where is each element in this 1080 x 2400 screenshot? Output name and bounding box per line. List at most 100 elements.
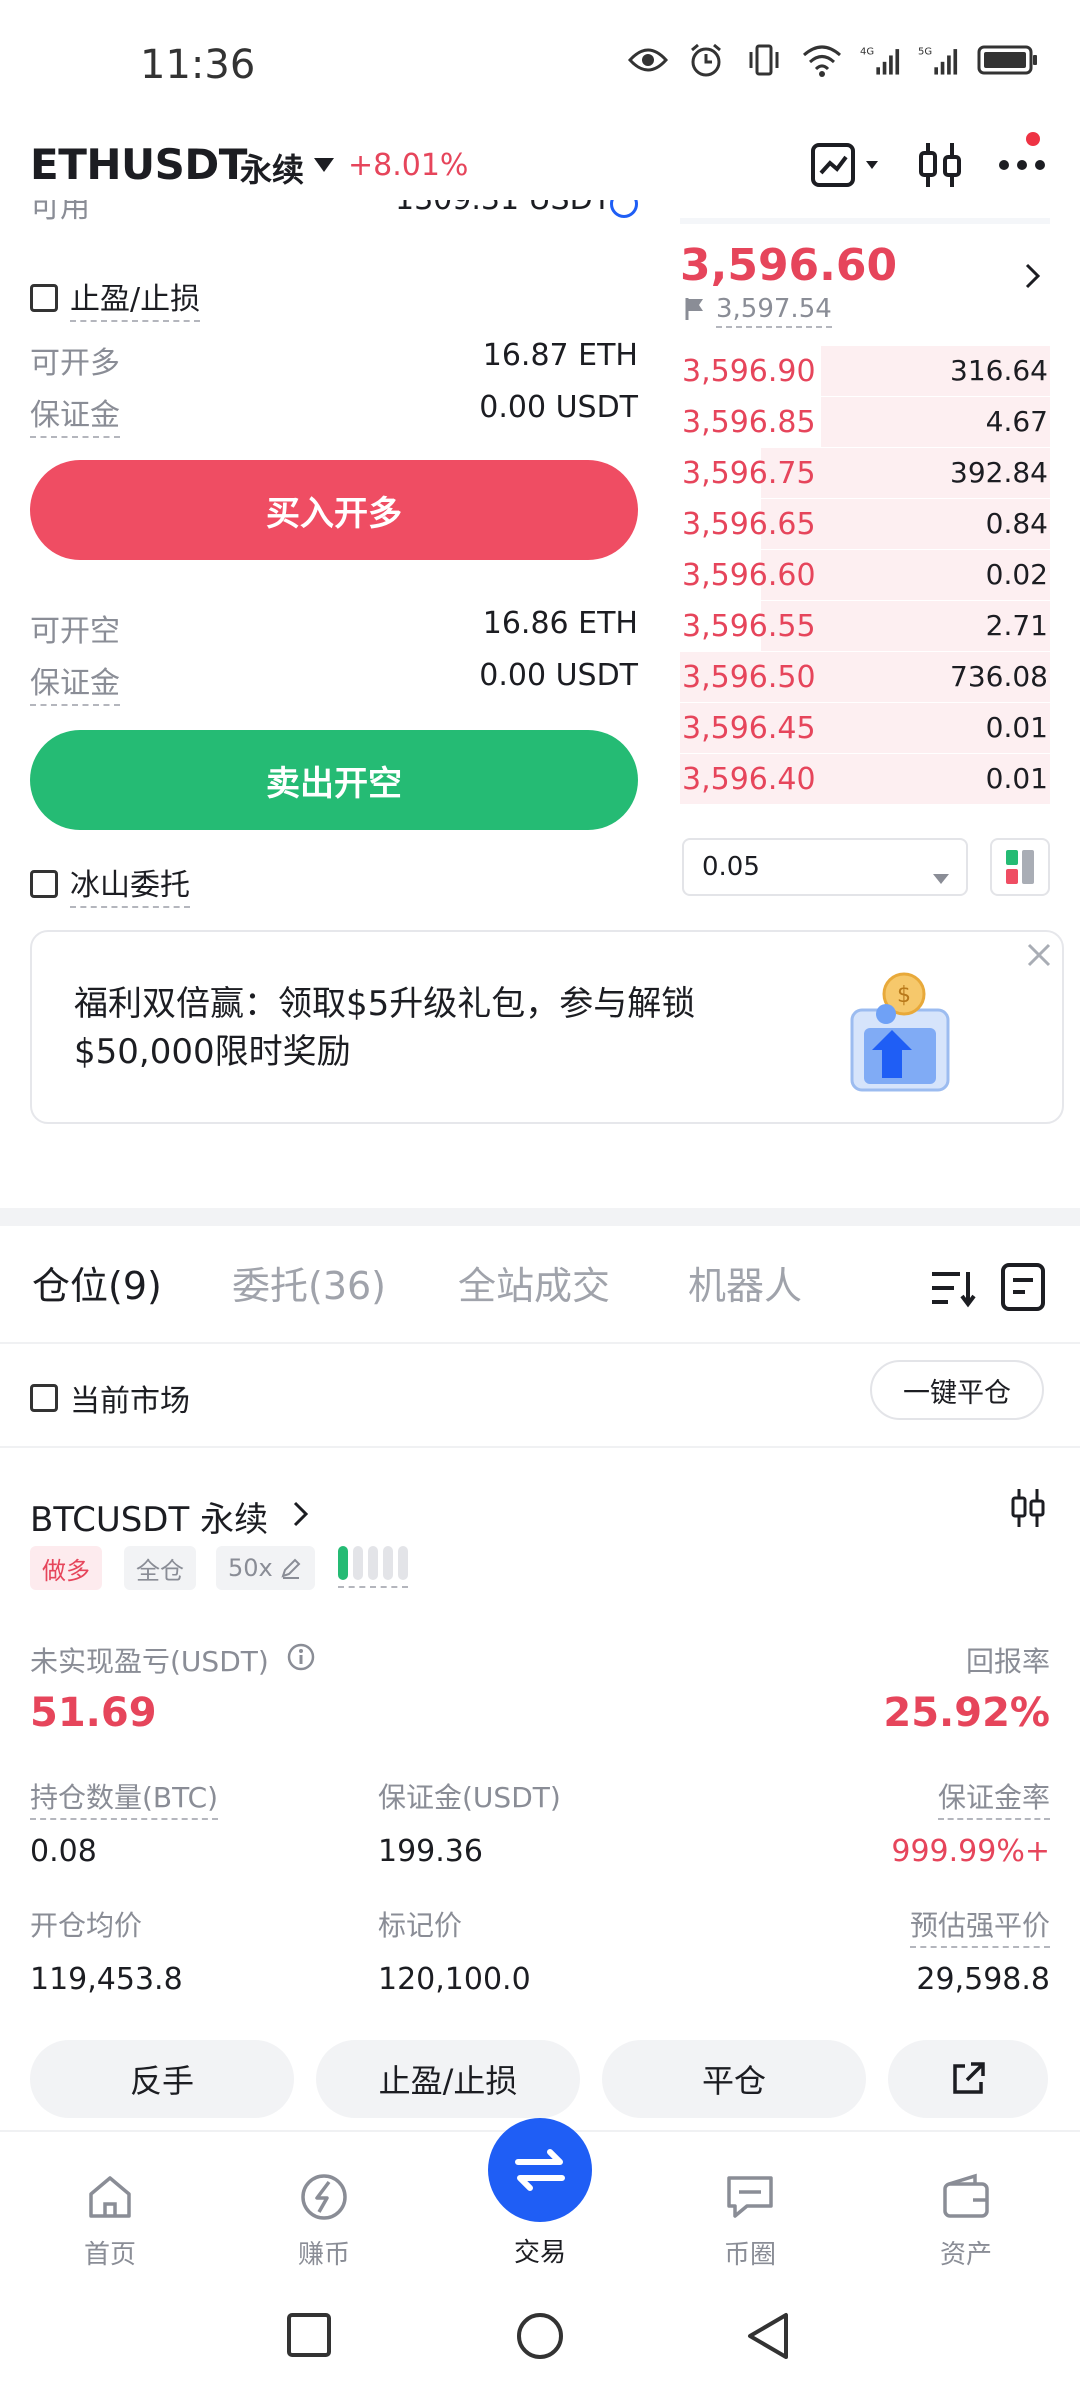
mark-price-label: 标记价 (378, 1909, 463, 1942)
candlestick-button[interactable] (910, 135, 970, 195)
svg-text:$: $ (897, 983, 911, 1008)
roe-value: 25.92% (883, 1690, 1050, 1736)
precision-select[interactable]: 0.05 (682, 838, 968, 896)
sort-icon[interactable] (930, 1268, 976, 1312)
candlestick-icon[interactable] (1010, 1486, 1046, 1534)
margin-ratio-label: 保证金率 (937, 1776, 1050, 1820)
tpsl-button[interactable]: 止盈/止损 (316, 2040, 580, 2118)
signal-4g-icon: 4G (860, 40, 900, 80)
last-price: 3,596.60 (680, 240, 898, 291)
info-icon[interactable] (286, 1642, 316, 1676)
nav-earn-label: 赚币 (297, 2240, 350, 2270)
promo-text: 福利双倍赢：领取$5升级礼包，参与解锁$50,000限时奖励 (74, 984, 696, 1072)
ask-price: 3,596.85 (682, 405, 816, 440)
chevron-right-icon[interactable] (1024, 262, 1042, 294)
contract-type[interactable]: 永续 (240, 145, 304, 191)
tpsl-checkbox[interactable] (30, 284, 58, 312)
iceberg-checkbox[interactable] (30, 870, 58, 898)
current-market-checkbox[interactable] (30, 1384, 58, 1412)
symbol-dropdown-icon[interactable] (312, 156, 336, 178)
more-icon (999, 160, 1045, 170)
tabs-divider (0, 1342, 1080, 1344)
mark-price: 3,597.54 (716, 294, 832, 328)
symbol-title[interactable]: ETHUSDT (30, 140, 247, 189)
edit-icon (281, 1558, 301, 1579)
tpsl-label: 止盈/止损 (70, 274, 201, 322)
precision-value: 0.05 (702, 852, 760, 882)
promo-banner[interactable]: 福利双倍赢：领取$5升级礼包，参与解锁$50,000限时奖励 $ (30, 930, 1064, 1124)
orderbook-top-edge (680, 218, 1050, 224)
tab-positions[interactable]: 仓位(9) (32, 1255, 162, 1310)
orderbook-row[interactable]: 3,596.55 2.71 (680, 601, 1050, 651)
orderbook-layout-button[interactable] (990, 838, 1050, 896)
nav-trade-label[interactable]: 交易 (480, 2232, 600, 2269)
home-circle-icon[interactable] (514, 2310, 566, 2366)
orderbook-row[interactable]: 3,596.75 392.84 (680, 448, 1050, 498)
ask-quantity: 736.08 (950, 660, 1048, 693)
price-change: +8.01% (348, 148, 469, 183)
signal-5g-icon: 5G (918, 40, 958, 80)
ask-quantity: 0.84 (985, 507, 1048, 540)
close-icon[interactable] (1026, 942, 1052, 972)
buy-long-button[interactable]: 买入开多 (30, 460, 638, 560)
ask-quantity: 0.01 (985, 711, 1048, 744)
long-margin-value: 0.00 USDT (479, 390, 638, 425)
ask-price: 3,596.45 (682, 711, 816, 746)
nav-community[interactable]: 币圈 (690, 2170, 810, 2271)
iceberg-label: 冰山委托 (70, 860, 190, 908)
tab-orders[interactable]: 委托(36) (232, 1255, 386, 1310)
flag-icon (684, 296, 706, 326)
max-long-value: 16.87 ETH (482, 338, 638, 373)
nav-earn[interactable]: 赚币 (264, 2170, 384, 2271)
nav-home[interactable]: 首页 (50, 2170, 170, 2271)
adl-indicator[interactable] (338, 1546, 408, 1588)
battery-icon (976, 40, 1040, 80)
orderbook-row[interactable]: 3,596.60 0.02 (680, 550, 1050, 600)
orderbook-row[interactable]: 3,596.45 0.01 (680, 703, 1050, 753)
sell-short-button[interactable]: 卖出开空 (30, 730, 638, 830)
liq-price-value: 29,598.8 (916, 1962, 1050, 1997)
ask-quantity: 0.02 (985, 558, 1048, 591)
margin-label: 保证金(USDT) (378, 1781, 561, 1814)
current-market-label: 当前市场 (70, 1384, 190, 1419)
margin-ratio-value: 999.99%+ (891, 1834, 1050, 1869)
chart-button[interactable] (810, 135, 890, 195)
wallet-icon (943, 2173, 989, 2218)
short-margin-label: 保证金 (30, 658, 120, 706)
close-position-button[interactable]: 平仓 (602, 2040, 866, 2118)
orderbook-row[interactable]: 3,596.50 736.08 (680, 652, 1050, 702)
recent-apps-icon[interactable] (284, 2310, 334, 2364)
chevron-right-icon[interactable] (292, 1500, 310, 1532)
orderbook-row[interactable]: 3,596.85 4.67 (680, 397, 1050, 447)
info-icon[interactable] (610, 200, 638, 218)
order-history-icon[interactable] (1000, 1262, 1046, 1316)
orderbook-row[interactable]: 3,596.65 0.84 (680, 499, 1050, 549)
size-label: 持仓数量(BTC) (30, 1776, 219, 1820)
back-icon[interactable] (744, 2310, 796, 2366)
tab-trades[interactable]: 全站成交 (458, 1255, 610, 1310)
more-button[interactable] (994, 135, 1050, 195)
ask-price: 3,596.55 (682, 609, 816, 644)
max-short-value: 16.86 ETH (482, 606, 638, 641)
position-symbol[interactable]: BTCUSDT 永续 (30, 1492, 268, 1541)
notification-dot (1026, 132, 1040, 146)
nav-assets-label: 资产 (939, 2240, 992, 2270)
iceberg-toggle[interactable]: 冰山委托 (30, 860, 190, 908)
tab-bots[interactable]: 机器人 (688, 1255, 802, 1310)
leverage-tag[interactable]: 50x (216, 1546, 315, 1590)
tpsl-toggle[interactable]: 止盈/止损 (30, 274, 201, 322)
margin-value: 199.36 (378, 1834, 483, 1869)
orderbook-row[interactable]: 3,596.40 0.01 (680, 754, 1050, 804)
nav-home-label: 首页 (83, 2240, 136, 2270)
svg-text:4G: 4G (860, 47, 874, 58)
current-market-toggle[interactable]: 当前市场 (30, 1376, 190, 1420)
close-all-button[interactable]: 一键平仓 (870, 1360, 1044, 1420)
nav-assets[interactable]: 资产 (906, 2170, 1026, 2271)
orderbook-row[interactable]: 3,596.90 316.64 (680, 346, 1050, 396)
trade-icon (515, 2149, 565, 2191)
nav-trade-button[interactable] (488, 2118, 592, 2222)
share-button[interactable] (888, 2040, 1048, 2118)
reverse-button[interactable]: 反手 (30, 2040, 294, 2118)
home-icon (89, 2176, 131, 2218)
available-value: 1309.31 USDT (395, 200, 611, 217)
